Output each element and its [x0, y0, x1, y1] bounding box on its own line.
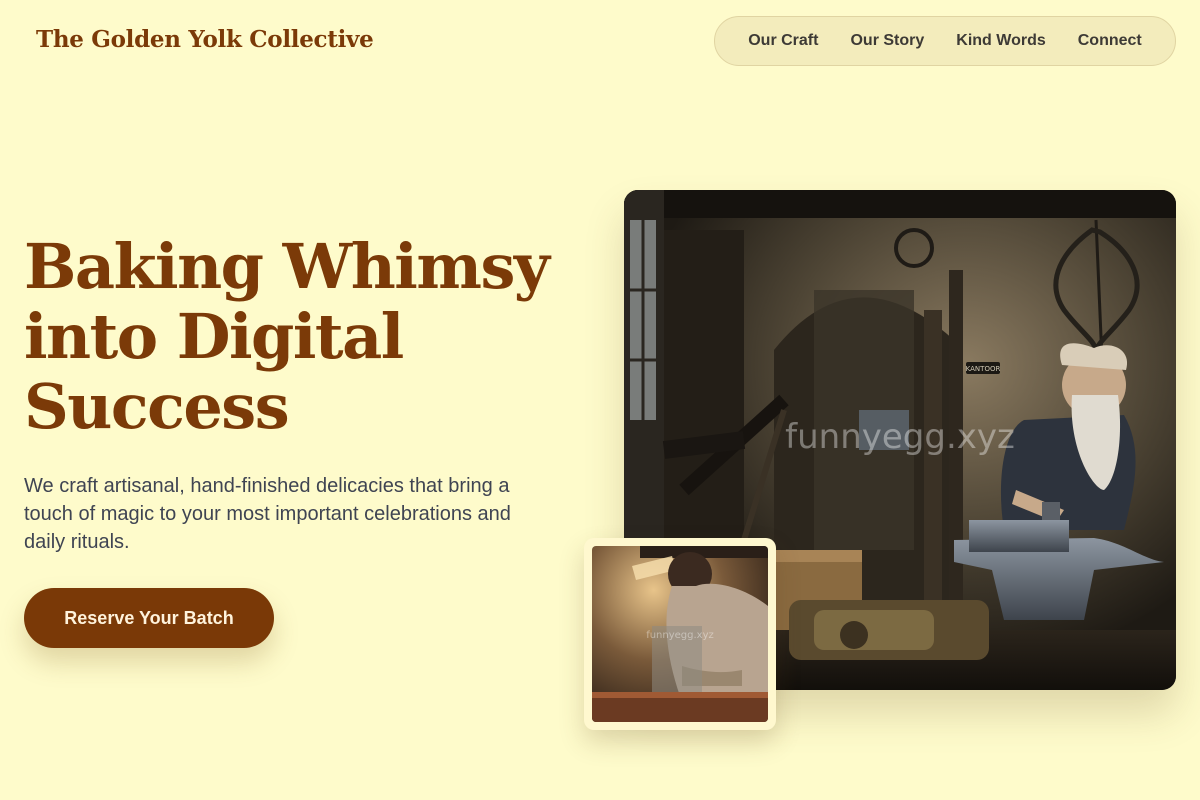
headline-line-1: Baking Whimsy: [24, 230, 550, 303]
main-nav: Our Craft Our Story Kind Words Connect: [714, 16, 1176, 66]
nav-item-connect[interactable]: Connect: [1062, 32, 1158, 50]
thumbnail-watermark: funnyegg.xyz: [646, 630, 714, 641]
nav-item-our-craft[interactable]: Our Craft: [732, 32, 834, 50]
main-image-watermark: funnyegg.xyz: [785, 417, 1015, 457]
nav-item-our-story[interactable]: Our Story: [834, 32, 940, 50]
brand-logo[interactable]: The Golden Yolk Collective: [36, 26, 374, 53]
thumbnail-photo: funnyegg.xyz: [592, 546, 768, 722]
kantoor-sign: KANTOOR: [966, 365, 1001, 373]
hero-headline: Baking Whimsy into Digital Success: [24, 232, 584, 442]
headline-line-3: Success: [24, 370, 290, 443]
nav-item-kind-words[interactable]: Kind Words: [940, 32, 1061, 50]
hero-description: We craft artisanal, hand-finished delica…: [24, 475, 511, 553]
craftsman-working-image: funnyegg.xyz: [592, 546, 768, 722]
reserve-batch-button[interactable]: Reserve Your Batch: [24, 588, 274, 648]
thumbnail-photo-frame: funnyegg.xyz: [584, 538, 776, 730]
headline-line-2: into Digital: [24, 300, 404, 373]
